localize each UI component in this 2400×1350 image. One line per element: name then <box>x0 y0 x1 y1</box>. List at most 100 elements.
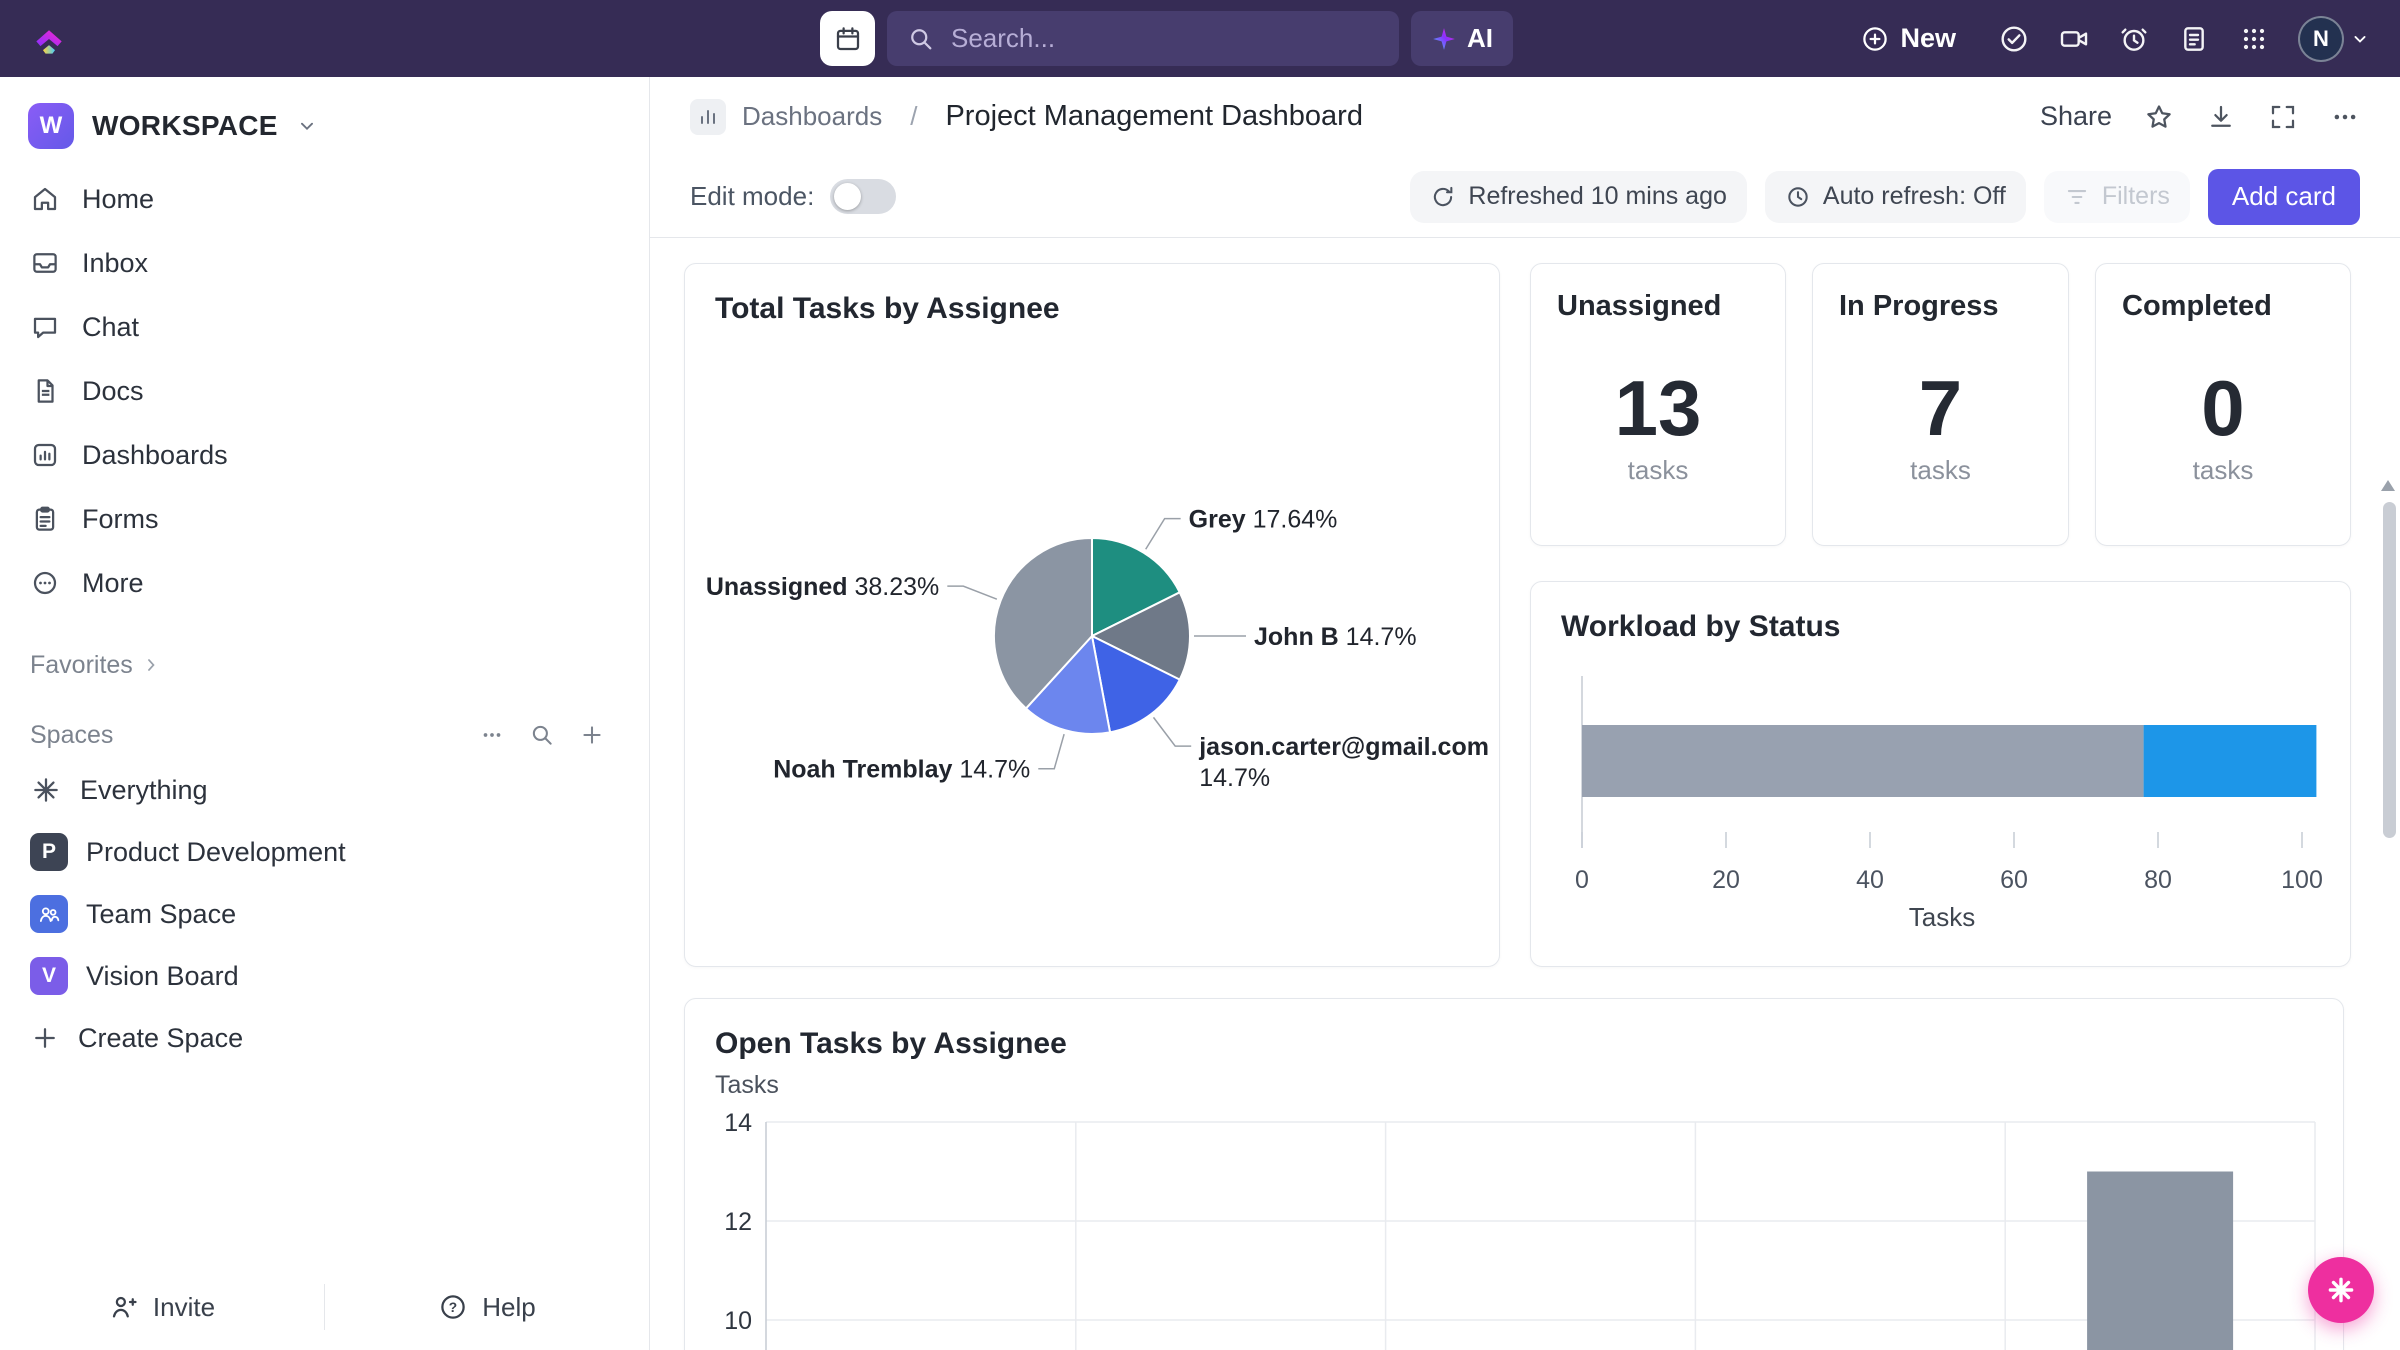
user-menu[interactable]: N <box>2298 16 2370 62</box>
workspace-avatar: W <box>28 103 74 149</box>
pie-chart-card: Total Tasks by Assignee Grey 17.64%John … <box>684 263 1500 967</box>
svg-text:100: 100 <box>2281 866 2323 894</box>
stat-unit: tasks <box>1628 455 1689 486</box>
space-item-label: Team Space <box>86 899 236 930</box>
spaces-more-icon[interactable] <box>479 722 505 748</box>
stat-value: 7 <box>1919 369 1962 447</box>
refresh-icon <box>1430 184 1456 210</box>
workload-chart-card: Workload by Status 020406080100Tasks <box>1530 581 2351 967</box>
workload-bar-chart: 020406080100Tasks <box>1555 658 2335 934</box>
favorites-label: Favorites <box>30 651 133 680</box>
help-icon: ? <box>438 1292 468 1322</box>
ai-button[interactable]: AI <box>1411 11 1513 66</box>
share-button[interactable]: Share <box>2040 101 2112 132</box>
stat-value: 0 <box>2201 369 2244 447</box>
svg-text:12: 12 <box>724 1208 752 1236</box>
calendar-button[interactable] <box>820 11 875 66</box>
chevron-down-icon <box>296 115 318 137</box>
app-logo[interactable] <box>30 20 68 58</box>
workspace-switcher[interactable]: W WORKSPACE <box>0 77 649 167</box>
spaces-label: Spaces <box>30 721 113 750</box>
ai-fab-button[interactable] <box>2308 1257 2374 1323</box>
expand-icon[interactable] <box>2268 102 2298 132</box>
sidebar-item-label: More <box>82 568 144 599</box>
filters-button[interactable]: Filters <box>2044 171 2190 223</box>
spaces-add-icon[interactable] <box>579 722 605 748</box>
top-bar: AI New N <box>0 0 2400 77</box>
space-item-everything[interactable]: Everything <box>0 759 649 821</box>
alarm-clock-icon[interactable] <box>2118 23 2150 55</box>
edit-mode-toggle[interactable] <box>830 179 896 214</box>
download-icon[interactable] <box>2206 102 2236 132</box>
stat-card-unassigned: Unassigned 13 tasks <box>1530 263 1786 546</box>
dashboards-icon <box>30 440 60 470</box>
space-item-product-development[interactable]: P Product Development <box>0 821 649 883</box>
refresh-status-chip[interactable]: Refreshed 10 mins ago <box>1410 171 1746 223</box>
star-icon[interactable] <box>2144 102 2174 132</box>
stat-title: Unassigned <box>1531 264 1785 323</box>
favorites-section[interactable]: Favorites <box>0 641 649 689</box>
apps-grid-icon[interactable] <box>2238 23 2270 55</box>
scrollbar-up-arrow[interactable] <box>2381 480 2395 491</box>
search-input[interactable] <box>949 22 1379 55</box>
open-tasks-chart-card: Open Tasks by Assignee Tasks 141210 <box>684 998 2344 1350</box>
sidebar-item-chat[interactable]: Chat <box>0 295 649 359</box>
sidebar-item-label: Forms <box>82 504 159 535</box>
space-item-label: Vision Board <box>86 961 239 992</box>
sidebar: W WORKSPACE Home Inbox Chat Docs Dashboa… <box>0 77 650 1350</box>
sidebar-item-dashboards[interactable]: Dashboards <box>0 423 649 487</box>
dashboard-content: Total Tasks by Assignee Grey 17.64%John … <box>650 238 2400 1350</box>
filters-label: Filters <box>2102 182 2170 211</box>
plus-circle-icon <box>1860 24 1890 54</box>
space-initial: V <box>42 964 56 988</box>
new-button[interactable]: New <box>1860 23 1956 54</box>
sidebar-item-home[interactable]: Home <box>0 167 649 231</box>
spaces-search-icon[interactable] <box>529 722 555 748</box>
stat-value: 13 <box>1615 369 1702 447</box>
stat-unit: tasks <box>2193 455 2254 486</box>
svg-text:?: ? <box>449 1300 457 1315</box>
space-item-team-space[interactable]: Team Space <box>0 883 649 945</box>
dashboard-breadcrumb-icon <box>690 99 726 135</box>
notes-doc-icon[interactable] <box>2178 23 2210 55</box>
plus-icon <box>30 1023 60 1053</box>
space-initial: P <box>42 840 56 864</box>
stat-title: In Progress <box>1813 264 2068 323</box>
create-space-button[interactable]: Create Space <box>0 1007 649 1069</box>
sidebar-item-more[interactable]: More <box>0 551 649 615</box>
help-label: Help <box>482 1292 535 1323</box>
scrollbar-thumb[interactable] <box>2383 502 2396 838</box>
space-item-label: Everything <box>80 775 208 806</box>
check-circle-icon[interactable] <box>1998 23 2030 55</box>
stat-card-completed: Completed 0 tasks <box>2095 263 2351 546</box>
spaces-section: Spaces <box>0 711 649 759</box>
sidebar-item-label: Chat <box>82 312 139 343</box>
svg-text:John B 14.7%: John B 14.7% <box>1254 623 1417 651</box>
global-search[interactable] <box>887 11 1399 66</box>
inbox-icon <box>30 248 60 278</box>
space-item-vision-board[interactable]: V Vision Board <box>0 945 649 1007</box>
more-options-icon[interactable] <box>2330 102 2360 132</box>
breadcrumb-section[interactable]: Dashboards <box>742 101 882 132</box>
svg-text:Unassigned 38.23%: Unassigned 38.23% <box>706 573 939 601</box>
auto-refresh-chip[interactable]: Auto refresh: Off <box>1765 171 2026 223</box>
breadcrumb: Dashboards / Project Management Dashboar… <box>690 99 1363 135</box>
svg-text:20: 20 <box>1712 866 1740 894</box>
pie-chart: Grey 17.64%John B 14.7%jason.carter@gmai… <box>685 264 1501 968</box>
help-button[interactable]: ? Help <box>325 1264 649 1350</box>
calendar-icon <box>833 24 863 54</box>
add-card-button[interactable]: Add card <box>2208 169 2360 225</box>
more-circle-icon <box>30 568 60 598</box>
sidebar-item-docs[interactable]: Docs <box>0 359 649 423</box>
svg-text:Tasks: Tasks <box>1909 902 1975 932</box>
svg-text:80: 80 <box>2144 866 2172 894</box>
svg-text:10: 10 <box>724 1307 752 1335</box>
video-icon[interactable] <box>2058 23 2090 55</box>
page-header: Dashboards / Project Management Dashboar… <box>650 77 2400 156</box>
new-label: New <box>1900 23 1956 54</box>
sidebar-item-forms[interactable]: Forms <box>0 487 649 551</box>
filter-icon <box>2064 184 2090 210</box>
sidebar-item-inbox[interactable]: Inbox <box>0 231 649 295</box>
chevron-down-icon <box>2350 29 2370 49</box>
invite-button[interactable]: Invite <box>0 1264 324 1350</box>
